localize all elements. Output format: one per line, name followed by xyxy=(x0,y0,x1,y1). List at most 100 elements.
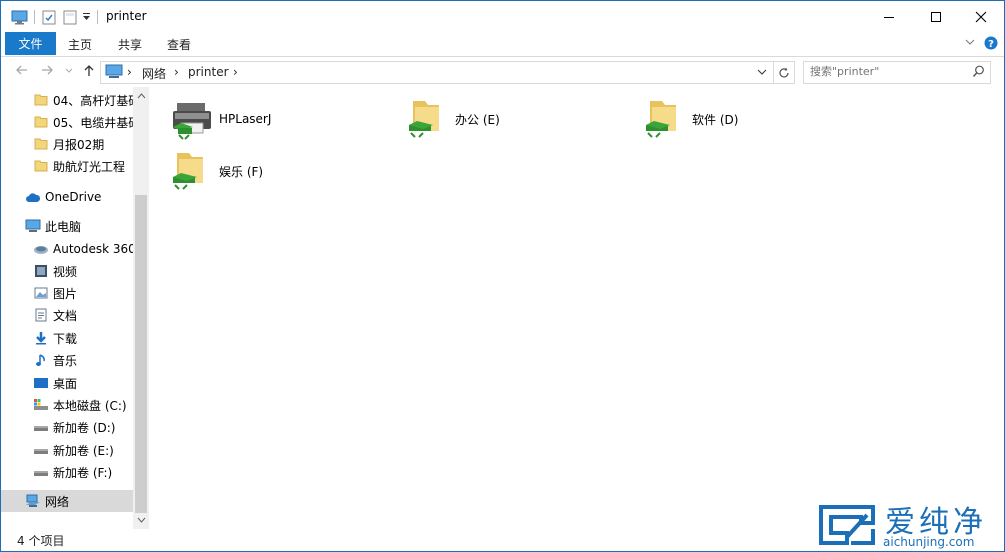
folder-icon xyxy=(33,92,49,108)
scroll-thumb[interactable] xyxy=(135,195,147,513)
folder-icon xyxy=(33,114,49,130)
sidebar-item[interactable]: 本地磁盘 (C:) xyxy=(1,394,133,416)
up-arrow-icon[interactable] xyxy=(83,64,95,81)
video-icon xyxy=(33,263,49,279)
new-folder-icon[interactable] xyxy=(63,9,77,25)
address-bar[interactable]: › 网络 › printer › xyxy=(100,61,774,84)
content-pane: HPLaserJ 办公 (E) 软件 (D) 娱乐 (F) xyxy=(149,87,1004,529)
file-item-software-share[interactable]: 软件 (D) xyxy=(642,96,738,142)
sidebar-item-label: 网络 xyxy=(45,494,70,509)
sidebar-item-label: 04、高杆灯基础 xyxy=(53,93,133,108)
sidebar-item[interactable]: 文档 xyxy=(1,304,133,326)
scroll-up-icon[interactable] xyxy=(133,89,149,103)
cloud-icon xyxy=(25,189,41,205)
breadcrumb-network[interactable]: 网络 xyxy=(142,65,166,82)
window-title: printer xyxy=(106,9,147,23)
sidebar-item[interactable]: 新加卷 (E:) xyxy=(1,439,133,461)
download-icon xyxy=(33,330,49,346)
sidebar-item[interactable]: 助航灯光工程 xyxy=(1,155,133,177)
sidebar-item-label: 新加卷 (D:) xyxy=(53,420,116,435)
sidebar-item-label: 本地磁盘 (C:) xyxy=(53,398,127,413)
network-icon xyxy=(25,493,41,509)
minimize-button[interactable] xyxy=(866,1,912,32)
network-location-icon xyxy=(105,64,123,83)
sidebar-item-label: 此电脑 xyxy=(45,219,82,234)
sidebar-item[interactable]: 下载 xyxy=(1,327,133,349)
watermark-url: aichunjing.com xyxy=(883,535,975,549)
status-item-count: 4 个项目 xyxy=(17,534,65,548)
file-item-printer[interactable]: HPLaserJ xyxy=(169,96,271,142)
breadcrumb-printer[interactable]: printer xyxy=(188,65,229,79)
breadcrumb-separator[interactable]: › xyxy=(174,65,179,79)
title-bar: printer xyxy=(1,1,1004,32)
watermark-logo-icon xyxy=(819,505,875,545)
sidebar-item-label: 新加卷 (F:) xyxy=(53,465,113,480)
file-label: HPLaserJ xyxy=(219,112,272,126)
sidebar-item-label: 05、电缆井基础 xyxy=(53,115,133,130)
sidebar-item[interactable]: 05、电缆井基础 xyxy=(1,111,133,133)
recent-dropdown-icon[interactable] xyxy=(65,64,73,80)
navigation-pane: 04、高杆灯基础 05、电缆井基础 月报02期助航灯光工程 OneDrive 此电脑 Au… xyxy=(1,87,149,529)
drive-icon xyxy=(33,442,49,458)
sidebar-item-label: 下载 xyxy=(53,331,78,346)
watermark: 爱纯净 aichunjing.com xyxy=(813,497,1003,551)
sidebar-item-label: 桌面 xyxy=(53,376,78,391)
sidebar-item-label: 月报02期 xyxy=(53,137,105,152)
file-item-office-share[interactable]: 办公 (E) xyxy=(405,96,500,142)
folder-icon xyxy=(33,158,49,174)
sidebar-item-label: OneDrive xyxy=(45,190,102,204)
tab-share[interactable]: 共享 xyxy=(118,36,142,53)
system-drive-icon xyxy=(33,397,49,413)
tab-home[interactable]: 主页 xyxy=(68,36,92,53)
breadcrumb-separator[interactable]: › xyxy=(127,65,132,79)
help-icon[interactable]: ? xyxy=(984,36,998,53)
search-box[interactable] xyxy=(803,61,991,84)
printer-icon xyxy=(169,97,217,141)
close-button[interactable] xyxy=(958,1,1004,32)
picture-icon xyxy=(33,285,49,301)
nav-scrollbar[interactable] xyxy=(133,87,149,529)
refresh-button[interactable] xyxy=(773,61,795,84)
sidebar-item[interactable]: OneDrive xyxy=(1,186,133,208)
sidebar-item[interactable]: 此电脑 xyxy=(1,215,133,237)
drive-icon xyxy=(33,464,49,480)
sidebar-item[interactable]: 新加卷 (F:) xyxy=(1,461,133,483)
sidebar-item[interactable]: 04、高杆灯基础 xyxy=(1,89,133,111)
expand-ribbon-icon[interactable] xyxy=(964,36,976,51)
scroll-down-icon[interactable] xyxy=(133,513,149,527)
computer-icon[interactable] xyxy=(11,9,28,25)
sidebar-item[interactable]: 网络 xyxy=(1,490,133,512)
autodesk-icon xyxy=(33,241,49,257)
search-input[interactable] xyxy=(810,64,960,79)
address-history-dropdown-icon[interactable] xyxy=(756,66,768,81)
sidebar-item[interactable]: 视频 xyxy=(1,260,133,282)
refresh-icon xyxy=(779,67,789,77)
customize-toolbar-icon[interactable] xyxy=(82,9,91,25)
sidebar-item[interactable]: 音乐 xyxy=(1,349,133,371)
search-icon[interactable] xyxy=(972,65,985,81)
maximize-button[interactable] xyxy=(913,1,959,32)
desktop-icon xyxy=(33,375,49,391)
drive-icon xyxy=(33,419,49,435)
file-item-entertainment-share[interactable]: 娱乐 (F) xyxy=(169,148,263,194)
ribbon-tabs: 文件 主页 共享 查看 ? xyxy=(1,32,1004,57)
sidebar-item[interactable]: 月报02期 xyxy=(1,133,133,155)
file-label: 娱乐 (F) xyxy=(219,164,264,179)
sidebar-item-label: 助航灯光工程 xyxy=(53,159,126,174)
breadcrumb-separator[interactable]: › xyxy=(233,65,238,79)
forward-arrow-icon[interactable] xyxy=(41,64,54,80)
sidebar-item[interactable]: Autodesk 360 xyxy=(1,238,133,260)
sidebar-item-label: 视频 xyxy=(53,264,78,279)
svg-text:?: ? xyxy=(988,39,994,50)
sidebar-item[interactable]: 桌面 xyxy=(1,372,133,394)
sidebar-item-label: Autodesk 360 xyxy=(53,242,133,256)
back-arrow-icon[interactable] xyxy=(15,64,28,80)
sidebar-item[interactable]: 图片 xyxy=(1,282,133,304)
sidebar-item[interactable]: 新加卷 (D:) xyxy=(1,416,133,438)
sidebar-item-label: 图片 xyxy=(53,286,78,301)
tab-file[interactable]: 文件 xyxy=(5,32,56,55)
shared-folder-icon xyxy=(642,97,690,141)
tab-view[interactable]: 查看 xyxy=(167,36,191,53)
shared-folder-icon xyxy=(405,97,453,141)
properties-icon[interactable] xyxy=(42,9,56,25)
